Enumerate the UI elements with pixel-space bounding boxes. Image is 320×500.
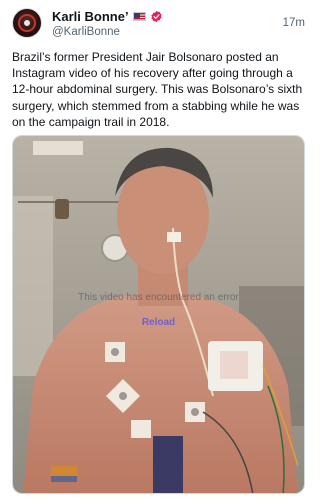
tweet-card: Karli Bonne’ @KarliBonne 17m Brazil’s fo… [0,0,317,500]
user-handle[interactable]: @KarliBonne [52,26,163,38]
video-error-message: This video has encountered an error [78,292,239,303]
verified-badge-icon [150,10,162,22]
tweet-header: Karli Bonne’ @KarliBonne 17m [12,8,305,40]
display-name[interactable]: Karli Bonne’ [52,9,129,24]
author-info: Karli Bonne’ @KarliBonne [52,8,163,38]
avatar[interactable] [12,8,42,38]
video-frame [13,136,304,493]
name-row: Karli Bonne’ [52,8,163,24]
reload-button[interactable]: Reload [13,317,304,328]
tweet-text: Brazil’s former President Jair Bolsonaro… [12,50,303,129]
timestamp[interactable]: 17m [283,17,305,29]
us-flag-icon [132,11,146,21]
avatar-center [24,20,30,26]
video-player[interactable]: This video has encountered an error Relo… [12,135,305,494]
